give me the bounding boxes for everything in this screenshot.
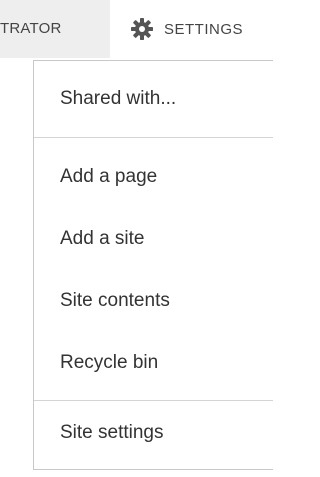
menu-group-settings: Site settings	[34, 401, 273, 465]
settings-button[interactable]: SETTINGS	[118, 0, 269, 58]
menu-group-site-actions: Add a page Add a site Site contents Recy…	[34, 138, 273, 401]
user-menu-tab[interactable]: TRATOR	[0, 0, 110, 58]
menu-item-add-page[interactable]: Add a page	[34, 146, 273, 208]
menu-item-shared-with[interactable]: Shared with...	[34, 61, 273, 137]
menu-group-sharing: Shared with...	[34, 61, 273, 138]
menu-item-recycle-bin[interactable]: Recycle bin	[34, 332, 273, 394]
gear-icon	[130, 17, 154, 41]
menu-item-add-site[interactable]: Add a site	[34, 208, 273, 270]
menu-item-site-settings[interactable]: Site settings	[34, 401, 273, 465]
settings-label: SETTINGS	[164, 20, 244, 38]
user-name-label: TRATOR	[0, 20, 62, 37]
settings-dropdown-menu: Shared with... Add a page Add a site Sit…	[33, 60, 273, 470]
menu-item-site-contents[interactable]: Site contents	[34, 270, 273, 332]
top-bar: TRATOR SETTINGS	[0, 0, 269, 60]
